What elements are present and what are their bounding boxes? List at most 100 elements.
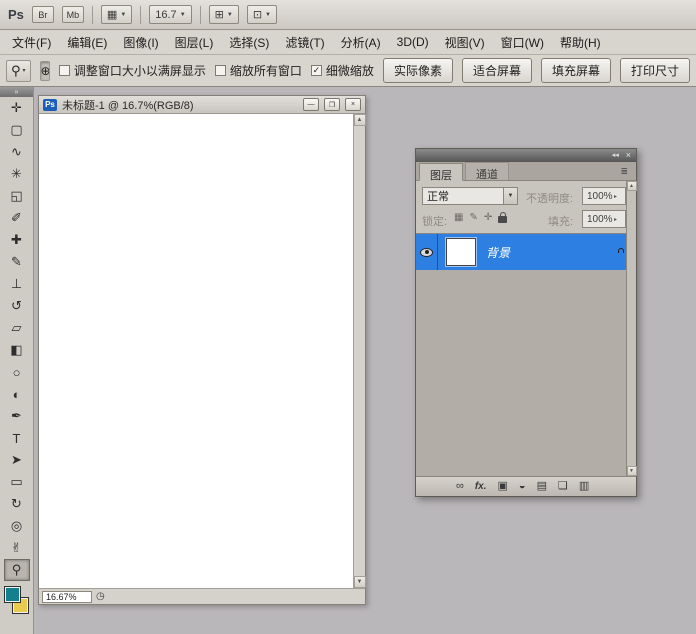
scroll-down-icon[interactable]: ▼: [354, 576, 366, 588]
eraser-tool[interactable]: ▱: [4, 317, 30, 339]
document-canvas[interactable]: [39, 114, 353, 588]
link-layers-icon[interactable]: ∞: [456, 481, 464, 492]
menu-edit[interactable]: 编辑(E): [59, 30, 115, 55]
collapse-panel-icon[interactable]: ◂◂: [612, 152, 619, 159]
menu-file[interactable]: 文件(F): [4, 30, 59, 55]
minimize-button[interactable]: —: [303, 98, 319, 111]
gradient-tool[interactable]: ◧: [4, 339, 30, 361]
tab-channels[interactable]: 通道: [465, 162, 509, 180]
chevron-down-icon: ▼: [180, 12, 186, 18]
foreground-color-swatch[interactable]: [4, 586, 21, 603]
dodge-tool[interactable]: ◐: [4, 383, 30, 405]
document-ps-icon: Ps: [43, 99, 57, 111]
menu-window[interactable]: 窗口(W): [493, 30, 552, 55]
brush-tool[interactable]: ✎: [4, 251, 30, 273]
lock-all-icon[interactable]: [498, 216, 507, 223]
blend-mode-dropdown[interactable]: 正常 ▼: [422, 187, 518, 205]
restore-button[interactable]: ❐: [324, 98, 340, 111]
lock-position-icon[interactable]: ✛: [484, 213, 492, 223]
type-tool[interactable]: T: [4, 427, 30, 449]
view-extras-button[interactable]: ▦ ▼: [101, 5, 132, 24]
3d-orbit-tool[interactable]: ◎: [4, 515, 30, 537]
path-selection-tool[interactable]: ➤: [4, 449, 30, 471]
eye-icon: [420, 248, 433, 257]
scroll-up-icon[interactable]: ▲: [627, 181, 637, 191]
adjustment-layer-icon[interactable]: ◒: [519, 481, 526, 492]
scrubby-zoom-checkbox[interactable]: ✓ 细微缩放: [311, 62, 374, 79]
print-size-button[interactable]: 打印尺寸: [620, 58, 690, 83]
tab-layers[interactable]: 图层: [419, 163, 463, 181]
move-tool[interactable]: ✛: [4, 97, 30, 119]
clone-stamp-tool[interactable]: ⊥: [4, 273, 30, 295]
fill-field[interactable]: 100% ▸: [582, 210, 626, 228]
tool-preset-picker[interactable]: ⚲ ▾: [6, 60, 31, 82]
zoom-in-button[interactable]: ⊕: [41, 62, 50, 80]
status-zoom-field[interactable]: 16.67%: [42, 591, 92, 603]
menu-3d[interactable]: 3D(D): [389, 31, 437, 53]
zoom-all-windows-checkbox[interactable]: 缩放所有窗口: [215, 62, 302, 79]
3d-rotate-tool[interactable]: ↻: [4, 493, 30, 515]
rectangular-marquee-tool[interactable]: ▢: [4, 119, 30, 141]
history-brush-tool[interactable]: ↺: [4, 295, 30, 317]
document-window: Ps 未标题-1 @ 16.7%(RGB/8) — ❐ × ▲ ▼ 16.67%…: [38, 95, 366, 605]
rectangle-tool[interactable]: ▭: [4, 471, 30, 493]
document-titlebar[interactable]: Ps 未标题-1 @ 16.7%(RGB/8) — ❐ ×: [39, 96, 365, 114]
status-info-icon[interactable]: ◷: [96, 591, 105, 602]
checkbox-icon: [215, 65, 226, 76]
delete-layer-icon[interactable]: ▥: [579, 481, 589, 492]
resize-windows-checkbox[interactable]: 调整窗口大小以满屏显示: [59, 62, 206, 79]
zoom-tool[interactable]: ⚲: [4, 559, 30, 581]
menu-select[interactable]: 选择(S): [221, 30, 277, 55]
new-group-icon[interactable]: ▤: [537, 481, 547, 492]
layer-mask-icon[interactable]: ▣: [498, 481, 508, 492]
lock-transparency-icon[interactable]: ▦: [454, 213, 463, 223]
menu-help[interactable]: 帮助(H): [552, 30, 609, 55]
fill-label: 填充:: [548, 213, 573, 229]
screen-mode-button[interactable]: ⊡ ▼: [247, 5, 277, 24]
spot-healing-brush-tool[interactable]: ✚: [4, 229, 30, 251]
zoom-level-dropdown[interactable]: 16.7 ▼: [149, 5, 191, 24]
fill-screen-button[interactable]: 填充屏幕: [541, 58, 611, 83]
layer-style-icon[interactable]: fx.: [475, 482, 487, 492]
pen-tool[interactable]: ✒: [4, 405, 30, 427]
tools-panel: » ✛ ▢ ∿ ✳ ◱ ✐ ✚ ✎ ⊥ ↺ ▱ ◧ ○ ◐ ✒ T ➤ ▭ ↻ …: [0, 87, 34, 634]
layer-thumbnail[interactable]: [446, 238, 476, 266]
vertical-scrollbar[interactable]: ▲ ▼: [353, 114, 365, 588]
panel-scrollbar[interactable]: ▲ ▼: [626, 181, 636, 476]
scroll-down-icon[interactable]: ▼: [627, 466, 637, 476]
screen-mode-icon: ⊡: [253, 8, 262, 21]
launch-mini-bridge-button[interactable]: Mb: [62, 6, 84, 23]
menu-layer[interactable]: 图层(L): [167, 30, 222, 55]
lasso-tool[interactable]: ∿: [4, 141, 30, 163]
panel-tabs: 图层 通道 ≣: [416, 162, 636, 181]
fit-screen-button[interactable]: 适合屏幕: [462, 58, 532, 83]
chevron-down-icon: ▼: [503, 188, 517, 204]
menu-filter[interactable]: 滤镜(T): [277, 30, 332, 55]
blur-tool[interactable]: ○: [4, 361, 30, 383]
visibility-toggle[interactable]: [416, 234, 438, 270]
chevron-down-icon: ▾: [23, 68, 26, 74]
launch-bridge-button[interactable]: Br: [32, 6, 54, 23]
crop-tool[interactable]: ◱: [4, 185, 30, 207]
hand-tool[interactable]: ✌: [4, 537, 30, 559]
chevron-down-icon: ▼: [120, 12, 126, 18]
opacity-field[interactable]: 100% ▸: [582, 187, 626, 205]
tools-panel-grip[interactable]: »: [0, 87, 33, 97]
menu-analysis[interactable]: 分析(A): [333, 30, 389, 55]
layer-row-background[interactable]: 背景: [416, 234, 626, 270]
blend-mode-value: 正常: [423, 188, 503, 204]
close-button[interactable]: ×: [345, 98, 361, 111]
eyedropper-tool[interactable]: ✐: [4, 207, 30, 229]
scrubby-zoom-label: 细微缩放: [326, 62, 374, 79]
scroll-up-icon[interactable]: ▲: [354, 114, 366, 126]
panel-menu-icon[interactable]: ≣: [620, 166, 628, 177]
new-layer-icon[interactable]: ❏: [558, 481, 568, 492]
menu-view[interactable]: 视图(V): [437, 30, 493, 55]
fill-value: 100%: [583, 214, 614, 225]
menu-image[interactable]: 图像(I): [115, 30, 166, 55]
arrange-documents-button[interactable]: ⊞ ▼: [209, 5, 239, 24]
close-panel-icon[interactable]: ×: [626, 151, 631, 160]
actual-pixels-button[interactable]: 实际像素: [383, 58, 453, 83]
lock-pixels-icon[interactable]: ✎: [469, 213, 477, 223]
quick-selection-tool[interactable]: ✳: [4, 163, 30, 185]
